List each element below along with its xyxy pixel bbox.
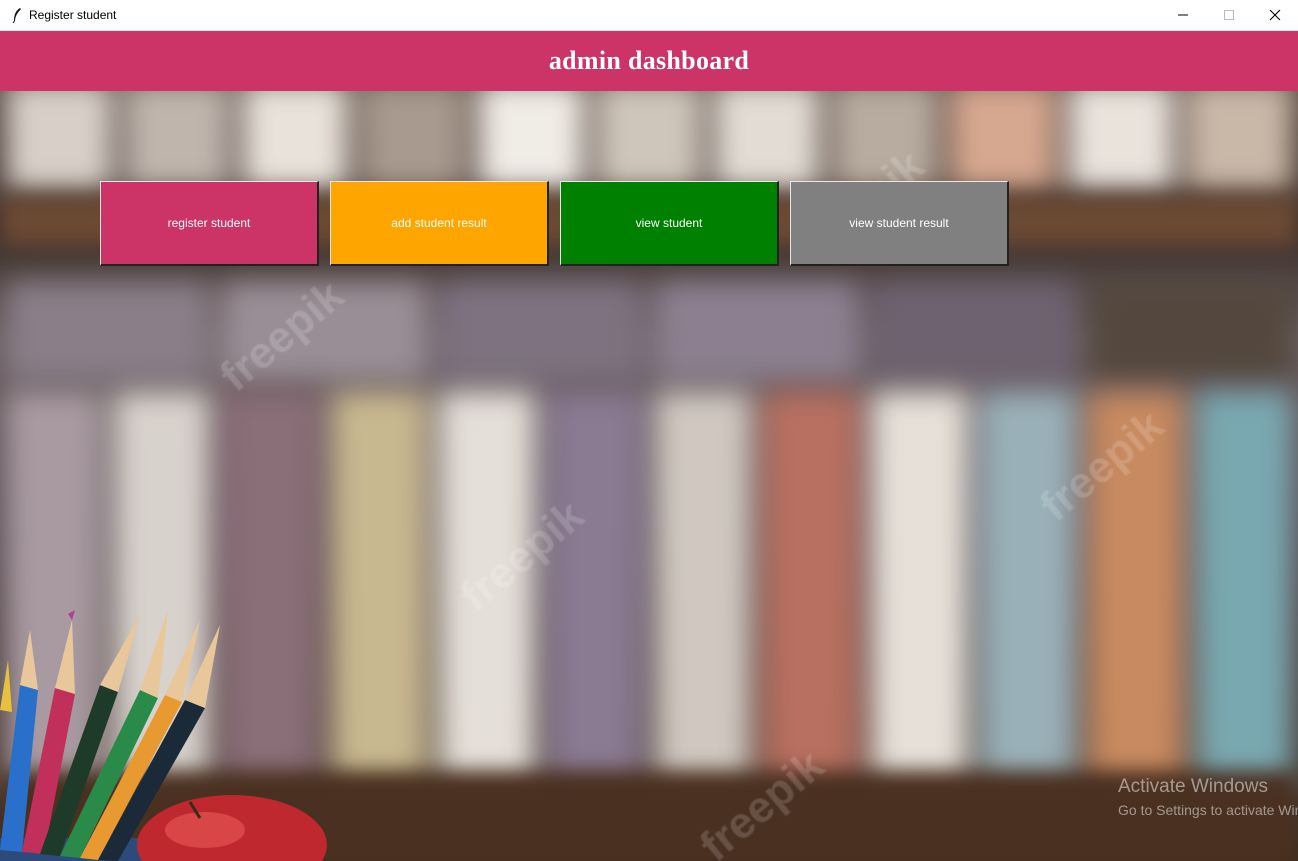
activate-windows-subtitle: Go to Settings to activate Windows. <box>1118 802 1298 818</box>
minimize-icon <box>1178 14 1188 16</box>
dashboard-header: admin dashboard <box>0 31 1298 91</box>
close-button[interactable] <box>1252 0 1298 30</box>
maximize-icon <box>1224 10 1234 20</box>
maximize-button[interactable] <box>1206 0 1252 30</box>
view-student-result-button[interactable]: view student result <box>790 181 1009 266</box>
close-icon <box>1269 9 1281 21</box>
view-student-button[interactable]: view student <box>560 181 779 266</box>
activate-windows-title: Activate Windows <box>1118 776 1268 797</box>
page-title: admin dashboard <box>548 46 750 75</box>
window-titlebar: Register student <box>0 0 1298 31</box>
view-student-label: view student <box>635 216 703 230</box>
view-student-result-label: view student result <box>849 216 949 230</box>
activate-windows-notice: Activate Windows Go to Settings to activ… <box>1118 776 1298 820</box>
add-student-result-button[interactable]: add student result <box>330 181 549 266</box>
pencils-apple-illustration <box>0 610 327 861</box>
feather-icon <box>9 7 25 23</box>
register-student-button[interactable]: register student <box>100 181 319 266</box>
register-student-label: register student <box>167 216 251 230</box>
minimize-button[interactable] <box>1160 0 1206 30</box>
add-student-result-label: add student result <box>391 216 487 230</box>
window-title: Register student <box>29 8 117 22</box>
